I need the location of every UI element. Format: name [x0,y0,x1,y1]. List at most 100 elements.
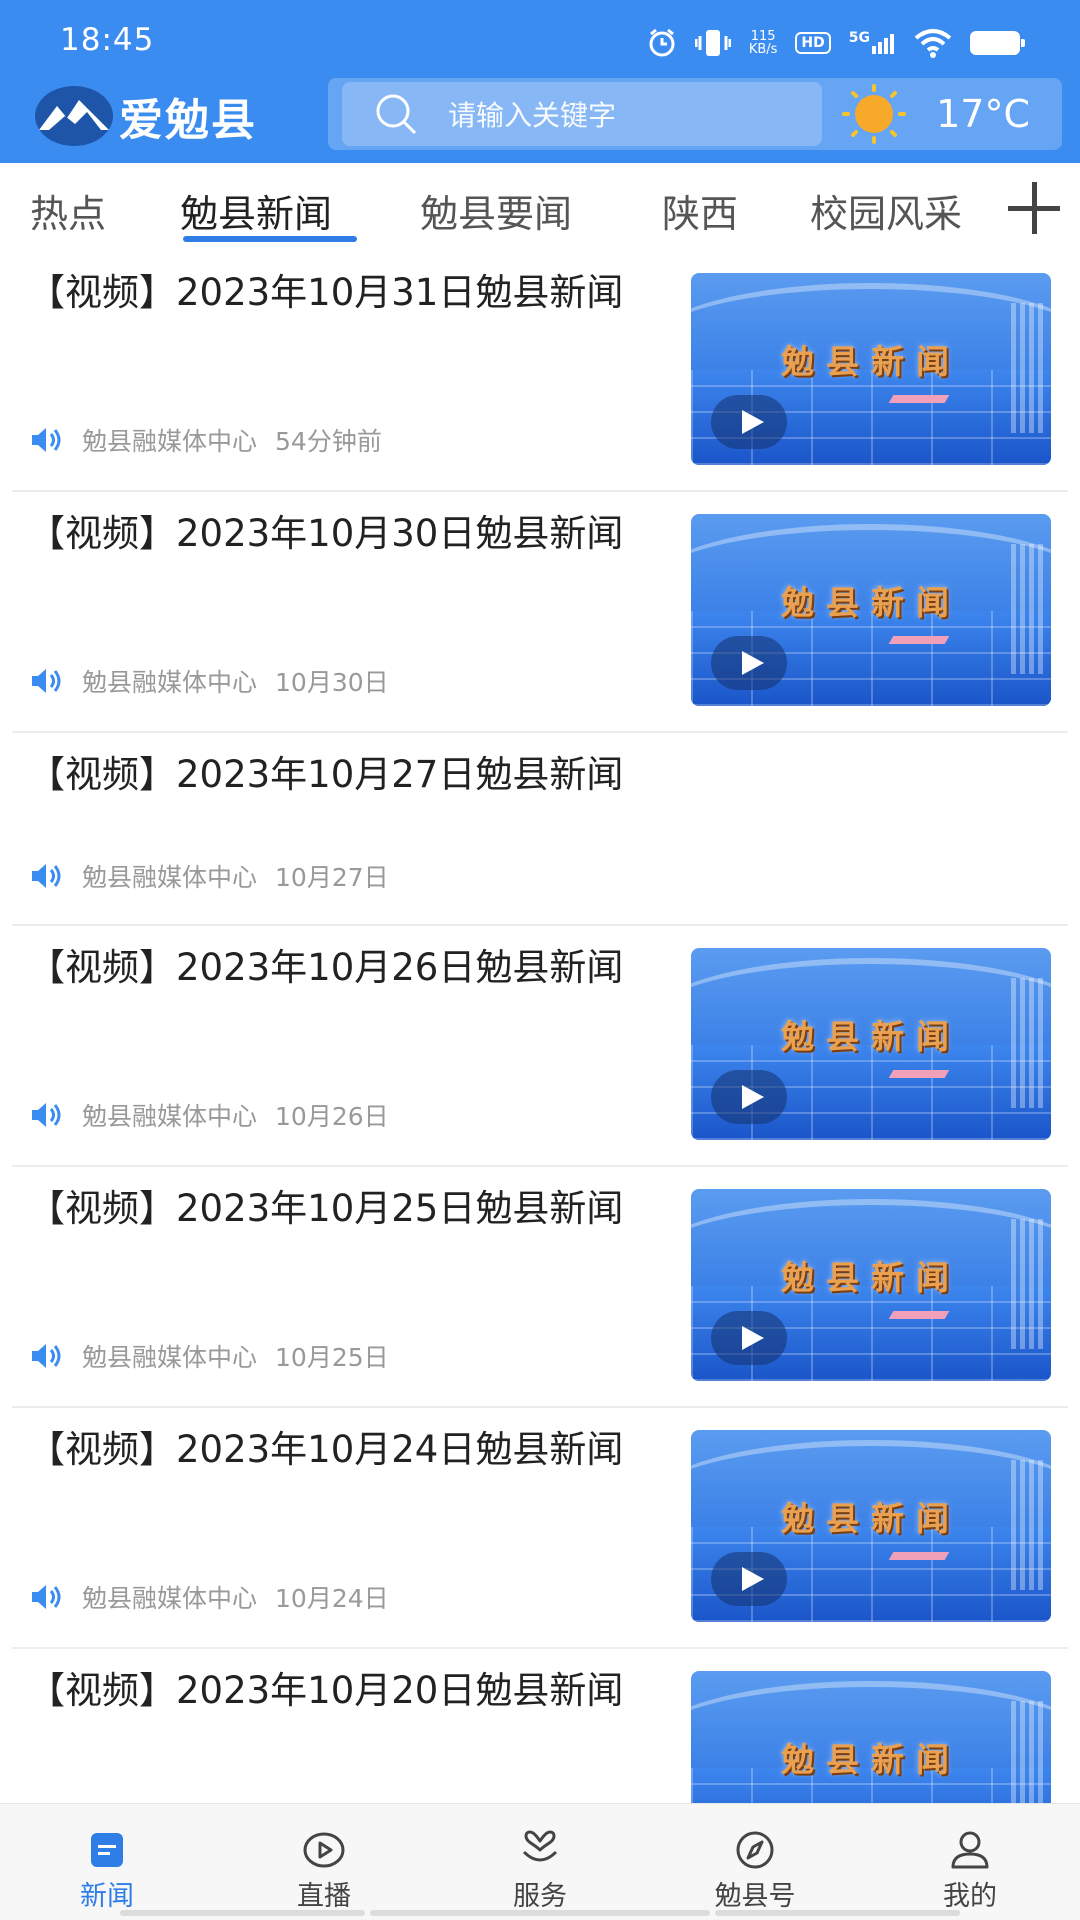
thumbnail-title: 勉县新闻 [781,1017,961,1056]
nav-label: 直播 [297,1881,351,1912]
search-icon [376,94,417,135]
news-time: 10月30日 [275,668,389,697]
tab-campus[interactable]: 校园风采 [810,183,962,238]
speaker-icon[interactable] [30,1583,62,1611]
thumbnail-title: 勉县新闻 [781,1740,961,1779]
app-logo: 爱勉县 [35,84,257,148]
play-icon[interactable] [711,1552,787,1606]
status-time: 18:45 [60,22,155,58]
news-source: 勉县融媒体中心 [82,1584,258,1613]
news-list: 【视频】2023年10月31日勉县新闻 勉县融媒体中心 54分钟前 勉县新闻 【… [0,253,1080,1803]
news-time: 10月27日 [275,863,389,892]
news-meta: 勉县融媒体中心 10月25日 [30,1338,389,1374]
app-name: 爱勉县 [119,95,257,146]
hd-badge: HD [795,32,831,54]
video-thumbnail[interactable]: 勉县新闻 [691,514,1051,706]
nav-label: 服务 [513,1881,567,1912]
tab-shaanxi[interactable]: 陕西 [662,183,738,238]
news-item[interactable]: 【视频】2023年10月20日勉县新闻 勉县新闻 [12,1651,1068,1803]
news-source: 勉县融媒体中心 [82,1343,258,1372]
video-thumbnail[interactable]: 勉县新闻 [691,1430,1051,1622]
thumbnail-title: 勉县新闻 [781,1499,961,1538]
add-channel-icon[interactable] [1008,182,1060,234]
news-time: 10月26日 [275,1102,389,1131]
profile-icon [951,1831,989,1869]
news-item[interactable]: 【视频】2023年10月30日勉县新闻 勉县融媒体中心 10月30日 勉县新闻 [12,494,1068,733]
news-title: 【视频】2023年10月24日勉县新闻 [28,1428,624,1471]
speaker-icon[interactable] [30,862,62,890]
live-icon [303,1832,345,1868]
play-icon[interactable] [711,1311,787,1365]
nav-label: 我的 [943,1881,997,1912]
nav-live[interactable]: 直播 [249,1830,399,1913]
video-thumbnail[interactable]: 勉县新闻 [691,1189,1051,1381]
speaker-icon[interactable] [30,1101,62,1129]
app-bar: 爱勉县 请输入关键字 17°C [0,78,1080,163]
vibrate-icon [694,30,731,56]
thumbnail-accent [888,395,950,403]
thumbnail-title: 勉县新闻 [781,1258,961,1297]
news-item[interactable]: 【视频】2023年10月24日勉县新闻 勉县融媒体中心 10月24日 勉县新闻 [12,1410,1068,1649]
status-bar: 18:45 115 KB/s HD 5G [0,0,1080,78]
news-item[interactable]: 【视频】2023年10月27日勉县新闻 勉县融媒体中心 10月27日 [12,735,1068,926]
nav-profile[interactable]: 我的 [895,1830,1045,1913]
news-title: 【视频】2023年10月20日勉县新闻 [28,1669,624,1712]
temperature: 17°C [936,92,1030,136]
signal-5g-label: 5G [848,30,870,46]
news-source: 勉县融媒体中心 [82,863,258,892]
news-time: 10月24日 [275,1584,389,1613]
news-meta: 勉县融媒体中心 10月24日 [30,1579,389,1615]
channel-tabs: 热点 勉县新闻 勉县要闻 陕西 校园风采 [0,163,1080,253]
news-item[interactable]: 【视频】2023年10月26日勉县新闻 勉县融媒体中心 10月26日 勉县新闻 [12,928,1068,1167]
cellular-signal: 5G [848,30,896,54]
video-thumbnail[interactable]: 勉县新闻 [691,948,1051,1140]
thumbnail-title: 勉县新闻 [781,583,961,622]
news-time: 54分钟前 [275,427,382,456]
thumbnail-accent [888,1552,950,1560]
news-title: 【视频】2023年10月27日勉县新闻 [28,753,624,796]
news-title: 【视频】2023年10月30日勉县新闻 [28,512,624,555]
header-search-weather: 请输入关键字 17°C [328,78,1062,150]
mountain-logo-icon [35,86,113,146]
home-indicator [120,1910,960,1916]
app-header: 18:45 115 KB/s HD 5G 爱勉县 请输入关键字 17°C [0,0,1080,163]
search-placeholder: 请输入关键字 [448,99,617,132]
speaker-icon[interactable] [30,667,62,695]
nav-service[interactable]: 服务 [465,1830,615,1913]
video-thumbnail[interactable]: 勉县新闻 [691,1671,1051,1803]
alarm-icon [649,28,675,57]
active-tab-indicator [183,236,357,242]
news-source: 勉县融媒体中心 [82,1102,258,1131]
play-icon[interactable] [711,395,787,449]
news-meta: 勉县融媒体中心 54分钟前 [30,422,382,458]
news-source: 勉县融媒体中心 [82,668,258,697]
search-input[interactable]: 请输入关键字 [342,82,822,146]
wifi-icon [914,29,952,58]
speaker-icon[interactable] [30,1342,62,1370]
thumbnail-accent [888,1070,950,1078]
nav-mianxian-hao[interactable]: 勉县号 [680,1830,830,1913]
tab-hot[interactable]: 热点 [30,183,106,238]
nav-label: 新闻 [80,1881,134,1912]
tab-mianxian-news[interactable]: 勉县新闻 [180,183,332,238]
news-title: 【视频】2023年10月25日勉县新闻 [28,1187,624,1230]
network-speed: 115 KB/s [749,30,778,56]
thumbnail-accent [888,636,950,644]
tab-mianxian-headlines[interactable]: 勉县要闻 [420,183,572,238]
news-source: 勉县融媒体中心 [82,427,258,456]
weather-widget[interactable]: 17°C [836,84,1048,144]
battery-icon [970,31,1025,55]
compass-icon [736,1831,774,1869]
news-item[interactable]: 【视频】2023年10月25日勉县新闻 勉县融媒体中心 10月25日 勉县新闻 [12,1169,1068,1408]
status-icons: 115 KB/s HD 5G [647,26,1025,60]
service-icon [522,1830,558,1862]
speaker-icon[interactable] [30,426,62,454]
nav-news[interactable]: 新闻 [32,1830,182,1913]
news-item[interactable]: 【视频】2023年10月31日勉县新闻 勉县融媒体中心 54分钟前 勉县新闻 [12,253,1068,492]
signal-bars-icon [872,34,894,54]
bottom-nav: 新闻 直播 服务 勉县号 我的 [0,1803,1080,1920]
play-icon[interactable] [711,1070,787,1124]
news-meta: 勉县融媒体中心 10月27日 [30,858,389,894]
video-thumbnail[interactable]: 勉县新闻 [691,273,1051,465]
play-icon[interactable] [711,636,787,690]
